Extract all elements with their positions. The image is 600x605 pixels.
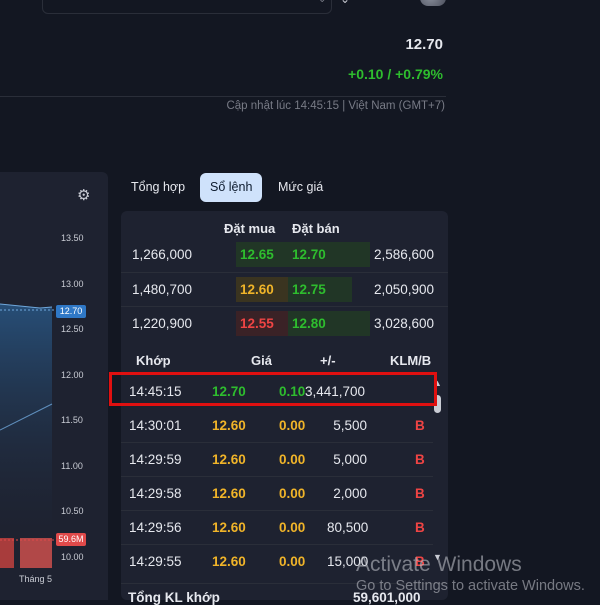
ask-volume: 2,050,900 (374, 282, 435, 297)
volume-tag: 59.6M (56, 533, 86, 546)
current-price-tag: 12.70 (56, 305, 86, 318)
tab-price-level[interactable]: Mức giá (268, 173, 333, 202)
ask-volume: 3,028,600 (374, 316, 435, 331)
bid-price[interactable]: 12.60 (236, 277, 288, 302)
tab-summary[interactable]: Tổng hợp (121, 173, 195, 202)
match-time: 14:29:58 (129, 486, 182, 501)
bid-price[interactable]: 12.55 (236, 311, 288, 336)
match-price: 12.60 (212, 452, 246, 467)
y-tick: 12.50 (61, 324, 84, 334)
bid-header: Đặt mua (224, 221, 276, 236)
current-price: 12.70 (405, 36, 443, 53)
user-menu-chevron-icon[interactable]: ⌄ (340, 0, 350, 6)
tab-order-book[interactable]: Sổ lệnh (200, 173, 263, 202)
y-tick: 10.50 (61, 506, 84, 516)
match-row[interactable]: 14:29:58 12.60 0.00 2,000 B (121, 477, 433, 510)
price-change: +0.10 / +0.79% (348, 66, 443, 82)
ask-price[interactable]: 12.80 (288, 311, 370, 336)
price-area (0, 304, 52, 532)
total-volume-label: Tổng KL khớp (128, 590, 220, 605)
match-change: 0.00 (279, 554, 306, 569)
activation-watermark-subtitle: Go to Settings to activate Windows. (356, 578, 585, 594)
volume-bar (0, 538, 14, 568)
match-time-header: Khớp (136, 353, 171, 368)
bid-volume: 1,220,900 (132, 316, 193, 331)
search-input[interactable] (42, 0, 332, 14)
y-tick: 11.00 (61, 461, 83, 471)
y-tick: 10.00 (61, 552, 84, 562)
chevron-down-icon[interactable]: ⌄ (318, 0, 326, 5)
match-row[interactable]: 14:30:01 12.60 0.00 5,500 B (121, 409, 433, 442)
match-volume: 80,500 (327, 520, 369, 535)
update-timestamp: Cập nhật lúc 14:45:15 | Việt Nam (GMT+7) (226, 100, 445, 112)
match-change: 0.00 (279, 452, 306, 467)
match-row[interactable]: 14:29:59 12.60 0.00 5,000 B (121, 443, 433, 476)
y-tick: 12.00 (61, 370, 84, 380)
match-change-header: +/- (320, 353, 336, 368)
volume-bar (20, 538, 52, 568)
bid-price[interactable]: 12.65 (236, 242, 288, 267)
match-volume: 5,500 (333, 418, 367, 433)
match-price: 12.60 (212, 520, 246, 535)
match-price-header: Giá (251, 353, 272, 368)
match-time: 14:29:59 (129, 452, 182, 467)
bid-volume: 1,266,000 (132, 247, 193, 262)
match-change: 0.00 (279, 486, 306, 501)
divider (0, 96, 446, 97)
match-side: B (415, 520, 425, 535)
y-tick: 13.50 (61, 233, 84, 243)
y-tick: 11.50 (61, 415, 83, 425)
chart-canvas (0, 303, 56, 568)
row-divider (121, 272, 448, 273)
match-price: 12.60 (212, 554, 246, 569)
match-volume: 2,000 (333, 486, 367, 501)
match-time: 14:29:56 (129, 520, 182, 535)
ask-volume: 2,586,600 (374, 247, 435, 262)
ask-header: Đặt bán (292, 221, 340, 236)
match-price: 12.60 (212, 486, 246, 501)
activation-watermark-title: Activate Windows (356, 553, 522, 576)
price-chart[interactable] (0, 172, 108, 600)
match-row[interactable]: 14:29:56 12.60 0.00 80,500 B (121, 511, 433, 544)
match-change: 0.00 (279, 418, 306, 433)
row-divider (121, 306, 448, 307)
match-time: 14:29:55 (129, 554, 182, 569)
match-change: 0.00 (279, 520, 306, 535)
ask-price[interactable]: 12.75 (288, 277, 352, 302)
match-price: 12.60 (212, 418, 246, 433)
match-side: B (415, 486, 425, 501)
x-axis-label: Tháng 5 (19, 574, 53, 584)
match-side: B (415, 418, 425, 433)
y-tick: 13.00 (61, 279, 84, 289)
match-volume-header: KLM/B (390, 353, 432, 368)
match-volume: 5,000 (333, 452, 367, 467)
match-time: 14:30:01 (129, 418, 182, 433)
gear-icon[interactable]: ⚙ (77, 186, 90, 204)
bid-volume: 1,480,700 (132, 282, 193, 297)
ask-price[interactable]: 12.70 (288, 242, 370, 267)
selection-highlight (109, 372, 437, 406)
avatar[interactable] (420, 0, 446, 6)
match-side: B (415, 452, 425, 467)
